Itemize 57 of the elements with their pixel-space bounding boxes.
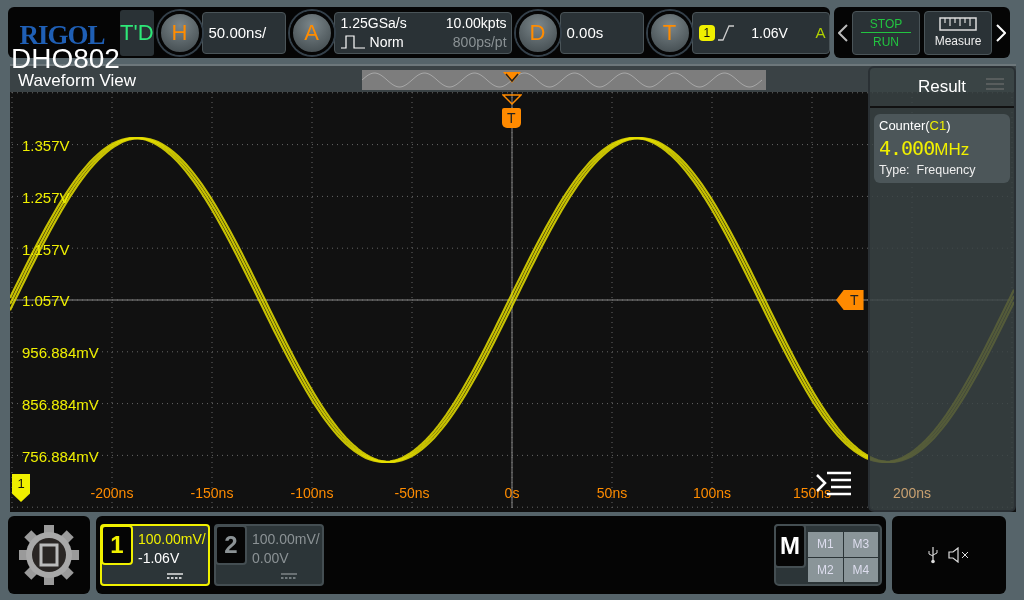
usb-icon xyxy=(928,546,938,564)
counter-label: Counter(C1) xyxy=(879,118,952,133)
trigger-level-marker[interactable]: T xyxy=(836,290,864,310)
x-axis-label: -100ns xyxy=(290,484,334,502)
ruler-icon xyxy=(939,17,977,31)
x-axis-label: 150ns xyxy=(792,484,832,502)
trigger-sweep: A xyxy=(815,24,826,41)
result-title: Result xyxy=(917,77,967,97)
counter-value: 4.000MHz xyxy=(879,136,971,160)
run-state[interactable]: T'D xyxy=(120,9,154,56)
view-title: Waveform View xyxy=(18,71,137,91)
channel-number: 1 xyxy=(101,525,133,565)
x-axis-label: -50ns xyxy=(394,484,430,502)
speaker-muted-icon xyxy=(948,547,970,563)
acquire-mode: Norm xyxy=(369,32,404,52)
counter-card[interactable]: Counter(C1) 4.000MHz Type: Frequency xyxy=(874,114,1010,183)
channel-scale: 100.00mV/ xyxy=(252,530,320,549)
channel-marker[interactable]: 1 xyxy=(12,474,30,502)
trigger-position-icon xyxy=(503,72,521,84)
x-axis-label: 100ns xyxy=(692,484,732,502)
channel-box[interactable]: 2 100.00mV/ 0.00V xyxy=(214,524,324,586)
channel-number: 2 xyxy=(215,525,247,565)
trigger-source: 1 xyxy=(698,24,716,41)
channel-offset: -1.06V xyxy=(138,549,181,568)
x-axis-label: 50ns xyxy=(596,484,628,502)
rising-edge-icon xyxy=(717,24,736,41)
brand-logo: RIGOL xyxy=(19,20,105,50)
dc-coupling-icon xyxy=(167,573,183,579)
y-axis-label: 856.884mV xyxy=(22,396,99,414)
chevron-left-icon[interactable] xyxy=(838,23,848,42)
x-axis-label: 0s xyxy=(504,484,520,502)
channel-offset: 0.00V xyxy=(252,549,290,568)
channel-scale: 100.00mV/ xyxy=(138,530,206,549)
y-axis-label: 1.357V xyxy=(22,137,70,155)
x-axis-label: -200ns xyxy=(90,484,134,502)
horizontal-scale[interactable]: 50.00ns/ xyxy=(201,11,286,54)
y-axis-label: 956.884mV xyxy=(22,344,99,363)
dc-coupling-icon xyxy=(281,573,297,579)
x-axis-label: -150ns xyxy=(190,484,234,502)
trigger-position-marker[interactable]: T xyxy=(502,108,521,128)
channel-box[interactable]: 1 100.00mV/ -1.06V xyxy=(100,524,210,586)
trigger-level: 1.06V xyxy=(751,24,788,41)
counter-type: Type: Frequency xyxy=(879,163,977,177)
x-axis-label: 200ns xyxy=(892,484,932,502)
y-axis-label: 756.884mV xyxy=(22,447,99,466)
gear-logo-icon[interactable] xyxy=(17,523,81,587)
pulse-icon xyxy=(340,35,365,49)
chevron-right-icon[interactable] xyxy=(996,23,1006,42)
sample-rate: 1.25GSa/s xyxy=(340,13,407,33)
delay-value[interactable]: 0.00s xyxy=(559,11,644,54)
memory-depth: 10.00kpts xyxy=(445,13,507,33)
y-axis-label: 1.057V xyxy=(22,292,70,311)
time-resolution: 800ps/pt xyxy=(452,32,507,52)
trigger-point-icon xyxy=(502,94,522,105)
run-stop-button[interactable]: STOP RUN xyxy=(852,10,920,55)
math-key[interactable]: M xyxy=(774,524,806,568)
measure-button[interactable]: Measure xyxy=(924,10,992,55)
